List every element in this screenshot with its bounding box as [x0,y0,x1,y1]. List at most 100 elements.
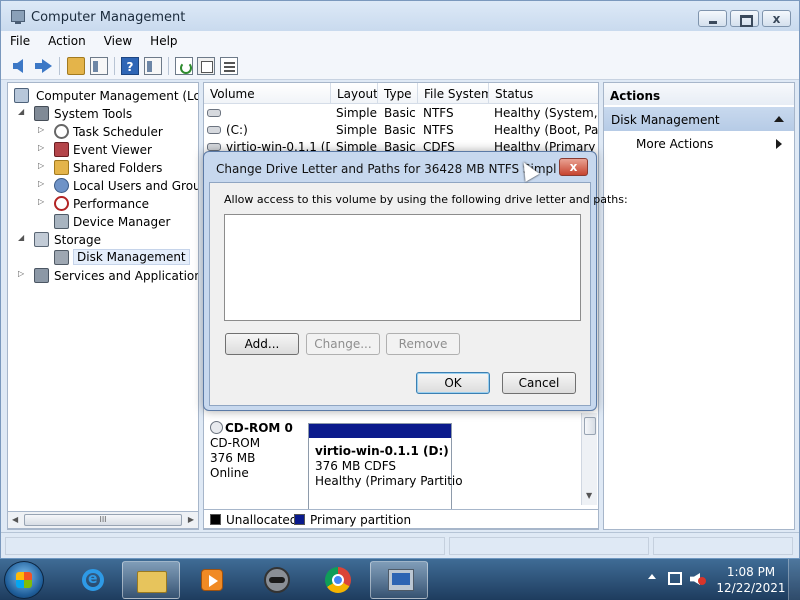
change-button[interactable]: Change... [306,333,380,355]
refresh-icon[interactable] [175,57,193,75]
disk-management-icon [54,250,69,265]
computer-management-icon [11,10,25,24]
toolbar-separator [59,57,60,75]
clock-date: 12/22/2021 [716,581,786,595]
clock-time: 1:08 PM [726,565,776,579]
tree-item-label: Services and Applications [54,269,199,283]
disk-size: 376 MB [210,451,256,465]
tree-item-label: Event Viewer [73,143,152,157]
scroll-right-icon[interactable]: ▶ [188,515,194,524]
partition-size: 376 MB CDFS [315,459,397,473]
volume-type: Basic [384,123,416,137]
drive-letter-paths-list[interactable] [224,214,581,321]
close-icon: x [772,12,781,26]
dialog-title[interactable]: Change Drive Letter and Paths for 36428 … [216,162,556,176]
taskbar-computer-management[interactable] [370,561,428,599]
properties-icon[interactable] [220,57,238,75]
toolbar-separator [114,57,115,75]
submenu-arrow-icon [776,139,782,149]
menu-help[interactable]: Help [141,31,186,52]
scroll-thumb[interactable]: III [24,514,182,526]
expand-arrow-icon[interactable]: ▷ [38,125,48,135]
taskbar-internet-explorer[interactable]: e [62,561,120,599]
actions-group-disk-management[interactable]: Disk Management [604,107,794,131]
back-arrow-icon [13,59,23,73]
ok-button[interactable]: OK [416,372,490,394]
expand-arrow-icon[interactable]: ▷ [18,269,28,279]
tree-item-label: Device Manager [73,215,171,229]
table-row[interactable]: Simple Basic NTFS Healthy (System, Ac [204,105,598,122]
collapse-arrow-icon[interactable]: ◢ [18,233,28,243]
menu-file[interactable]: File [1,31,39,52]
status-cell [653,537,793,555]
taskbar-raccoon-app[interactable] [246,561,304,599]
menu-action[interactable]: Action [39,31,95,52]
tree-item-label: Shared Folders [73,161,163,175]
collapse-up-icon[interactable] [774,116,784,122]
expand-arrow-icon[interactable]: ▷ [38,197,48,207]
taskbar-file-explorer[interactable] [122,561,180,599]
dialog-close-button[interactable]: x [559,158,588,176]
scroll-thumb[interactable] [584,417,596,435]
clock[interactable]: 1:08 PM 12/22/2021 [716,564,786,596]
export-list-icon[interactable] [197,57,215,75]
column-header-status[interactable]: Status [489,83,598,104]
start-button[interactable] [4,561,44,599]
expand-arrow-icon[interactable]: ▷ [38,179,48,189]
column-header-file-system[interactable]: File System [418,83,489,104]
remove-button[interactable]: Remove [386,333,460,355]
show-desktop-button[interactable] [788,559,800,600]
tree-horizontal-scrollbar[interactable]: ◀ III ▶ [7,511,199,529]
forward-button[interactable] [35,57,53,75]
task-scheduler-icon [54,124,69,139]
network-icon[interactable] [668,572,682,585]
table-row[interactable]: (C:) Simple Basic NTFS Healthy (Boot, Pa… [204,122,598,139]
scroll-down-icon[interactable]: ▼ [586,491,592,500]
disk-graphical-view: CD-ROM 0 CD-ROM 376 MB Online virtio-win… [204,415,598,511]
legend-unallocated: Unallocated [226,513,298,527]
up-folder-icon[interactable] [67,57,85,75]
taskbar-media-player[interactable] [182,561,240,599]
unallocated-swatch [210,514,221,525]
scroll-left-icon[interactable]: ◀ [12,515,18,524]
expand-arrow-icon[interactable]: ▷ [38,161,48,171]
expand-arrow-icon[interactable]: ▷ [38,143,48,153]
storage-icon [34,232,49,247]
volume-type: Basic [384,106,416,120]
partition-block[interactable]: virtio-win-0.1.1 (D:) 376 MB CDFS Health… [308,423,463,511]
menu-view[interactable]: View [95,31,141,52]
maximize-button[interactable] [730,10,759,27]
primary-partition-swatch [294,514,305,525]
window-title: Computer Management [31,10,186,25]
legend: Unallocated Primary partition [203,509,599,529]
cancel-button[interactable]: Cancel [502,372,576,394]
change-drive-letter-dialog: Change Drive Letter and Paths for 36428 … [203,151,628,411]
taskbar-chrome[interactable] [308,561,366,599]
close-button[interactable]: x [762,10,791,27]
show-hide-console-tree-icon[interactable] [90,57,108,75]
volume-file-system: NTFS [423,123,454,137]
back-button[interactable] [13,57,31,75]
title-bar[interactable]: Computer Management x [1,1,799,31]
column-header-volume[interactable]: Volume [204,83,331,104]
graph-vertical-scrollbar[interactable]: ▼ [581,413,597,505]
computer-management-window: Computer Management x File Action View H… [0,0,800,558]
chrome-icon [325,567,351,593]
tree-item-label: Computer Management (Local [36,89,199,103]
add-button[interactable]: Add... [225,333,299,355]
event-viewer-icon [54,142,69,157]
minimize-button[interactable] [698,10,727,27]
show-hide-action-pane-icon[interactable] [144,57,162,75]
toolbar: ? [1,52,799,80]
help-icon[interactable]: ? [121,57,139,75]
show-hidden-icons-icon[interactable] [648,574,656,579]
mute-indicator-icon [698,577,706,585]
status-cell [449,537,649,555]
column-header-type[interactable]: Type [378,83,418,104]
disk-info[interactable]: CD-ROM 0 CD-ROM 376 MB Online [210,421,293,481]
collapse-arrow-icon[interactable]: ◢ [18,107,28,117]
computer-management-icon [14,88,29,103]
taskbar: e 1:08 PM 12/22/2021 [0,558,800,600]
more-actions-item[interactable]: More Actions [636,137,713,151]
column-header-layout[interactable]: Layout [331,83,378,104]
